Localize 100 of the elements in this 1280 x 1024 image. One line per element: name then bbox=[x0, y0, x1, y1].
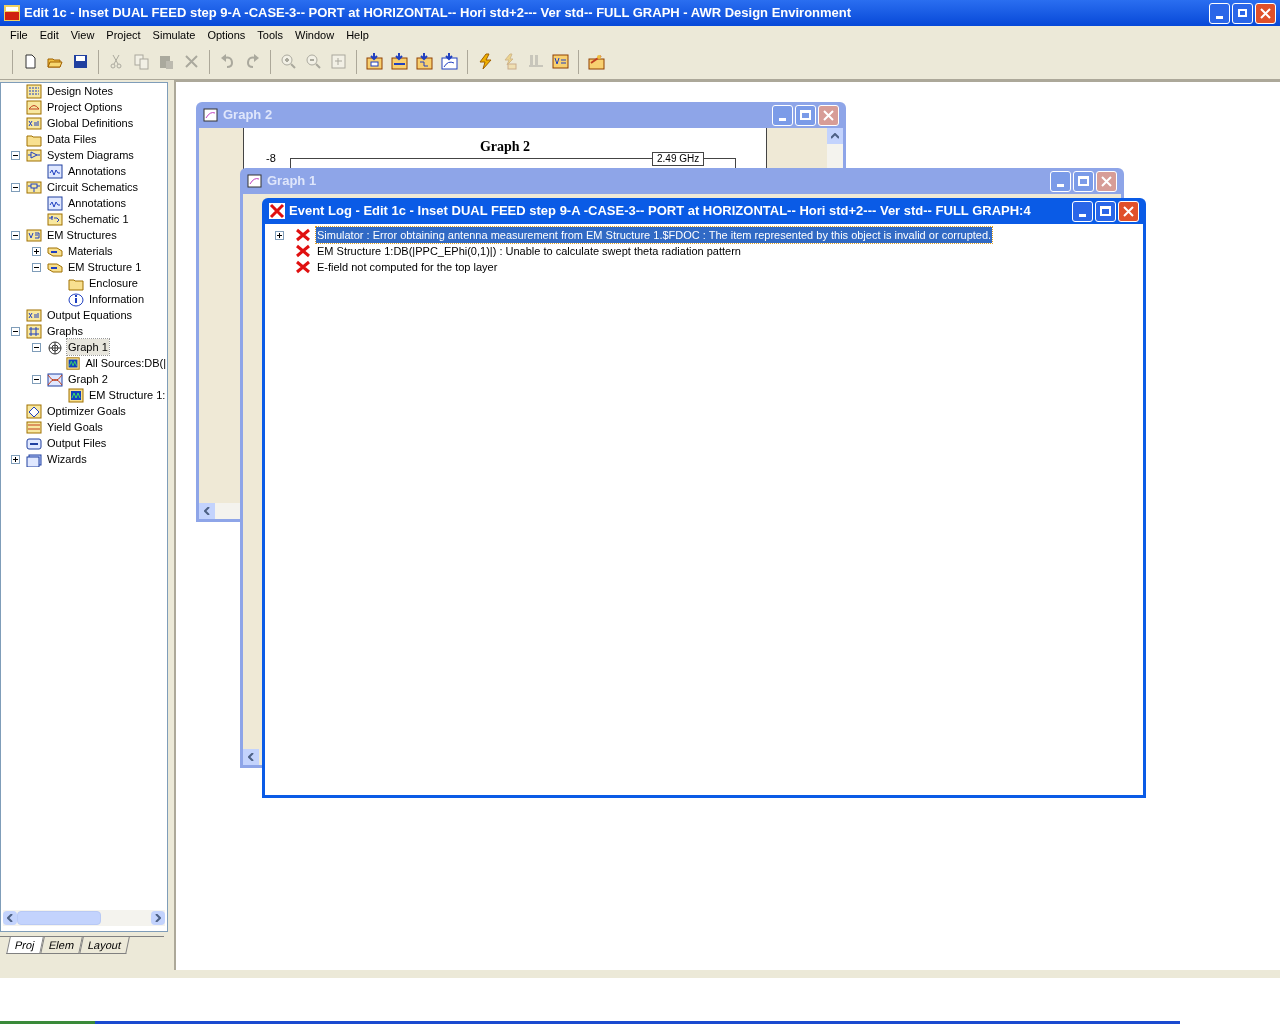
minimize-button[interactable] bbox=[1050, 170, 1071, 192]
scroll-left-icon bbox=[7, 914, 13, 922]
tree-item[interactable]: Materials bbox=[67, 242, 114, 260]
maximize-button[interactable] bbox=[1073, 170, 1094, 192]
add-graph-button[interactable] bbox=[438, 50, 461, 73]
redo-icon bbox=[244, 53, 261, 70]
tree-item[interactable]: Wizards bbox=[46, 450, 88, 468]
menu-item[interactable]: View bbox=[64, 26, 101, 44]
undo-icon bbox=[219, 53, 236, 70]
tree-item[interactable]: System Diagrams bbox=[46, 146, 135, 164]
output-file-icon bbox=[26, 435, 42, 451]
expand-toggle[interactable] bbox=[11, 454, 20, 464]
scroll-thumb[interactable] bbox=[17, 911, 101, 925]
app-logo-icon bbox=[4, 5, 20, 21]
collapse-toggle[interactable] bbox=[11, 230, 20, 240]
tree-item[interactable]: Project Options bbox=[46, 98, 124, 116]
scroll-left-button[interactable] bbox=[243, 749, 259, 765]
menu-item[interactable]: File bbox=[4, 26, 34, 44]
error-icon bbox=[295, 228, 311, 242]
scroll-left-button[interactable] bbox=[199, 503, 215, 519]
scroll-up-button[interactable] bbox=[827, 128, 843, 144]
minimize-button[interactable] bbox=[772, 104, 793, 126]
tree-item[interactable]: Enclosure bbox=[88, 274, 139, 292]
trace-icon bbox=[68, 387, 84, 403]
scissors-icon bbox=[108, 53, 125, 70]
scroll-right-button[interactable] bbox=[151, 911, 165, 925]
collapse-icon bbox=[13, 152, 18, 158]
minimize-button[interactable] bbox=[1072, 200, 1093, 222]
tree-item[interactable]: Optimizer Goals bbox=[46, 402, 127, 420]
add-system-button[interactable] bbox=[363, 50, 386, 73]
lightning-icon bbox=[502, 53, 519, 70]
close-button[interactable] bbox=[818, 104, 839, 126]
minimize-button[interactable] bbox=[1209, 2, 1230, 24]
collapse-toggle[interactable] bbox=[11, 326, 20, 336]
menu-item[interactable]: Project bbox=[100, 26, 147, 44]
add-em-icon bbox=[416, 53, 433, 70]
yield-icon bbox=[26, 419, 42, 435]
collapse-toggle[interactable] bbox=[32, 342, 41, 352]
panel-tab[interactable]: Proj bbox=[6, 937, 44, 954]
graph-title: Graph 2 bbox=[479, 138, 531, 156]
close-button[interactable] bbox=[1118, 200, 1139, 222]
panel-tab[interactable]: Elem bbox=[39, 937, 83, 954]
menu-item[interactable]: Options bbox=[201, 26, 252, 44]
scroll-up-icon bbox=[831, 133, 839, 139]
tree-item[interactable]: Annotations bbox=[67, 162, 128, 180]
scroll-left-button[interactable] bbox=[3, 911, 17, 925]
menu-item[interactable]: Simulate bbox=[146, 26, 202, 44]
close-icon bbox=[1123, 205, 1134, 217]
log-entry[interactable]: Simulator : Error obtaining antenna measurement from EM Structure 1.$FDOC : The item represented by this object is invalid or corrupted. bbox=[316, 226, 993, 244]
window-title: Event Log - Edit 1c - Inset DUAL FEED step 9-A -CASE-3-- PORT at HORIZONTAL-- Hori std+2--- Ver std-- FULL GRAPH:4 bbox=[289, 202, 1032, 221]
tree-item[interactable]: Graphs bbox=[46, 322, 85, 340]
tree-item[interactable]: Information bbox=[88, 290, 146, 308]
expand-icon bbox=[13, 456, 18, 462]
tree-item[interactable]: EM Structure 1 bbox=[67, 258, 143, 276]
tree-item[interactable]: Output Files bbox=[46, 434, 108, 452]
expand-toggle[interactable] bbox=[275, 230, 284, 240]
menu-item[interactable]: Help bbox=[340, 26, 375, 44]
add-circuit-button[interactable] bbox=[388, 50, 411, 73]
maximize-button[interactable] bbox=[1095, 200, 1116, 222]
tree-item[interactable]: Output Equations bbox=[46, 306, 133, 324]
add-circuit-icon bbox=[391, 53, 408, 70]
menu-item[interactable]: Window bbox=[289, 26, 341, 44]
log-entry[interactable]: E-field not computed for the top layer bbox=[316, 258, 499, 276]
collapse-toggle[interactable] bbox=[32, 374, 41, 384]
tree-item[interactable]: All Sources:DB(| bbox=[84, 354, 167, 372]
scroll-left-icon bbox=[248, 753, 254, 761]
wizard-icon bbox=[588, 53, 605, 70]
restore-button[interactable] bbox=[1232, 2, 1253, 24]
tree-item[interactable]: Schematic 1 bbox=[67, 210, 130, 228]
add-system-icon bbox=[366, 53, 383, 70]
menu-item[interactable]: Tools bbox=[251, 26, 289, 44]
close-button[interactable] bbox=[1255, 2, 1276, 24]
tree-item[interactable]: Global Definitions bbox=[46, 114, 135, 132]
tree-item[interactable]: EM Structures bbox=[46, 226, 118, 244]
tree-item[interactable]: Graph 1 bbox=[67, 338, 109, 356]
tree-item[interactable]: EM Structure 1: bbox=[88, 386, 167, 404]
annotation-icon bbox=[47, 163, 63, 179]
tree-item[interactable]: Annotations bbox=[67, 194, 128, 212]
tree-item[interactable]: Yield Goals bbox=[46, 418, 104, 436]
close-button[interactable] bbox=[1096, 170, 1117, 192]
close-icon bbox=[1260, 7, 1271, 19]
em-structure-icon bbox=[26, 227, 42, 243]
tree-item[interactable]: Graph 2 bbox=[67, 370, 109, 388]
trace-icon bbox=[66, 355, 81, 371]
close-icon bbox=[823, 109, 834, 121]
menu-item[interactable]: Edit bbox=[33, 26, 65, 44]
maximize-button[interactable] bbox=[795, 104, 816, 126]
expand-toggle[interactable] bbox=[32, 246, 41, 256]
panel-tab[interactable]: Layout bbox=[78, 937, 130, 954]
tree-item[interactable]: Design Notes bbox=[46, 83, 115, 100]
info-icon bbox=[68, 291, 84, 307]
collapse-toggle[interactable] bbox=[32, 262, 41, 272]
collapse-toggle[interactable] bbox=[11, 150, 20, 160]
tree-item[interactable]: Data Files bbox=[46, 130, 98, 148]
graph-icon bbox=[203, 107, 219, 123]
add-em-button[interactable] bbox=[413, 50, 436, 73]
collapse-icon bbox=[13, 184, 18, 190]
log-entry[interactable]: EM Structure 1:DB(|PPC_EPhi(0,1)|) : Unable to calculate swept theta radiation pattern bbox=[316, 242, 742, 260]
tree-item[interactable]: Circuit Schematics bbox=[46, 178, 140, 196]
collapse-toggle[interactable] bbox=[11, 182, 20, 192]
